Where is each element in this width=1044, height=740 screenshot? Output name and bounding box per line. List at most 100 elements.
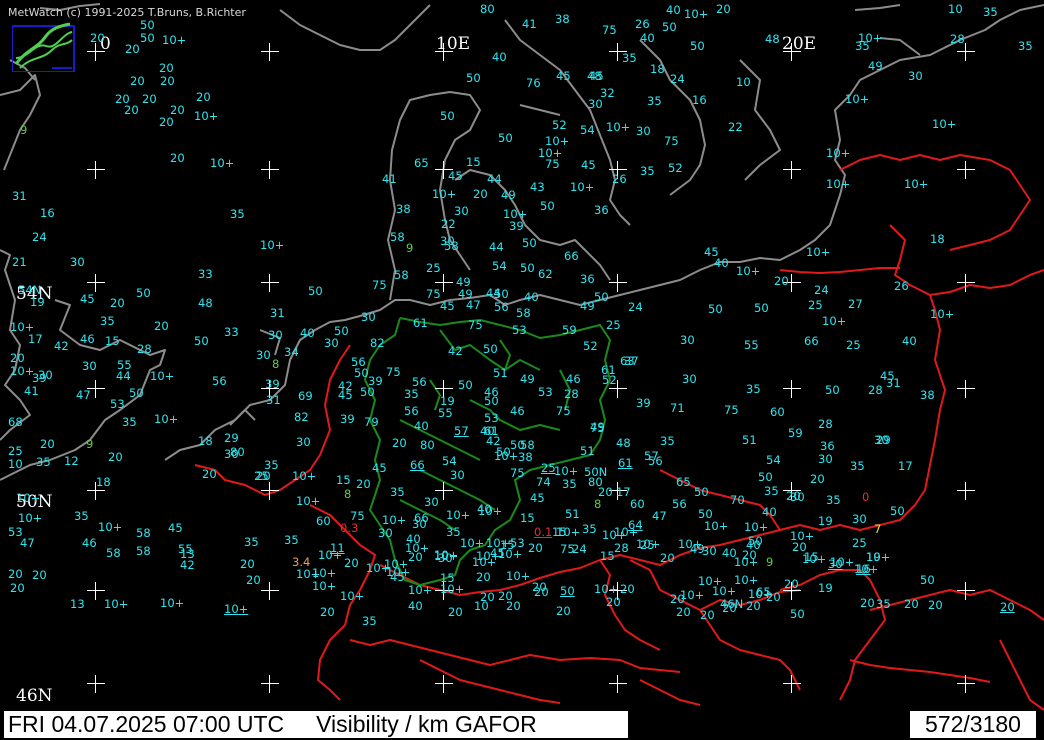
station-visibility: 20: [606, 595, 621, 609]
station-visibility: 10+: [806, 245, 831, 259]
station-visibility: 45: [338, 388, 353, 402]
station-visibility: 10+: [826, 146, 851, 160]
station-visibility: 43: [530, 180, 545, 194]
station-visibility: 10+: [478, 504, 503, 518]
station-visibility: 10+: [932, 117, 957, 131]
station-visibility: 60: [630, 497, 645, 511]
station-visibility: 20: [40, 437, 55, 451]
station-visibility: 30: [680, 333, 695, 347]
station-visibility: 10+: [606, 120, 631, 134]
graticule-cross-icon: [435, 675, 453, 693]
station-visibility: 36: [820, 439, 835, 453]
station-visibility: 10+: [408, 583, 433, 597]
station-visibility: 10+: [602, 528, 627, 542]
station-visibility: 35: [647, 94, 662, 108]
station-visibility: 20: [784, 577, 799, 591]
station-visibility: 20: [676, 605, 691, 619]
station-visibility: 17: [28, 332, 43, 346]
station-visibility: 10+: [845, 92, 870, 106]
station-visibility: 50: [754, 301, 769, 315]
station-visibility: 38: [920, 388, 935, 402]
station-visibility: 50: [354, 366, 369, 380]
station-visibility: 46: [566, 372, 581, 386]
station-visibility: 10+: [432, 187, 457, 201]
station-visibility: 57: [454, 424, 469, 438]
station-visibility: 30: [702, 544, 717, 558]
station-visibility: 30: [268, 328, 283, 342]
station-visibility: 40: [408, 599, 423, 613]
station-visibility: 54: [766, 453, 781, 467]
station-visibility: 30: [438, 551, 453, 565]
station-visibility: 25: [606, 318, 621, 332]
station-visibility: 22: [728, 120, 743, 134]
station-visibility: 35: [764, 484, 779, 498]
station-visibility: 20: [240, 557, 255, 571]
station-visibility: 66: [410, 458, 425, 472]
station-visibility: 50: [136, 286, 151, 300]
station-visibility: 10+: [210, 156, 235, 170]
station-visibility: 35: [622, 51, 637, 65]
station-visibility: 20: [766, 590, 781, 604]
station-visibility: 71: [670, 401, 685, 415]
station-visibility: 58: [394, 268, 409, 282]
station-visibility: 28: [614, 541, 629, 555]
station-visibility: 10+: [594, 582, 619, 596]
station-visibility: 18: [198, 434, 213, 448]
station-visibility: 50: [690, 39, 705, 53]
station-visibility: 30: [682, 372, 697, 386]
station-visibility: 19: [30, 295, 45, 309]
station-visibility: 10+: [498, 547, 523, 561]
station-visibility: 28: [137, 342, 152, 356]
station-visibility: 53: [110, 397, 125, 411]
station-visibility: 10+: [10, 364, 35, 378]
station-visibility: 40: [762, 505, 777, 519]
station-visibility: 7: [874, 522, 882, 536]
station-visibility: 10+: [312, 579, 337, 593]
station-visibility: 20: [356, 477, 371, 491]
station-visibility: 58: [516, 306, 531, 320]
graticule-cross-icon: [957, 675, 975, 693]
station-visibility: 30: [82, 359, 97, 373]
station-visibility: 35: [230, 207, 245, 221]
station-visibility: 50: [825, 383, 840, 397]
station-visibility: 41: [522, 17, 537, 31]
station-visibility: 75: [468, 318, 483, 332]
graticule-cross-icon: [261, 43, 279, 61]
station-visibility: 20: [10, 581, 25, 595]
station-visibility: 50: [520, 261, 535, 275]
station-visibility: 10+: [506, 569, 531, 583]
station-visibility: 11: [330, 541, 345, 555]
station-visibility: 40: [414, 419, 429, 433]
station-visibility: 25: [852, 536, 867, 550]
station-visibility: 35: [1018, 39, 1033, 53]
station-visibility: 35: [850, 459, 865, 473]
station-visibility: 30: [790, 490, 805, 504]
station-visibility: 30: [412, 517, 427, 531]
station-visibility: 20: [196, 90, 211, 104]
station-visibility: 49: [868, 59, 883, 73]
station-visibility: 20: [344, 556, 359, 570]
station-visibility: 55: [744, 338, 759, 352]
visibility-map[interactable]: MetWatch (c) 1991-2025 T.Bruns, B.Richte…: [0, 0, 1044, 740]
metwatch-logo-icon: [12, 22, 75, 72]
station-visibility: 35: [746, 382, 761, 396]
station-visibility: 45: [448, 169, 463, 183]
graticule-cross-icon: [783, 675, 801, 693]
station-visibility: 40: [746, 538, 761, 552]
station-visibility: 53: [512, 323, 527, 337]
station-visibility: 30: [324, 336, 339, 350]
station-visibility: 20: [159, 61, 174, 75]
station-visibility: 50: [890, 504, 905, 518]
datetime-text: FRI 04.07.2025 07:00 UTC: [8, 711, 285, 737]
station-visibility: 50: [129, 386, 144, 400]
station-visibility: 35: [660, 434, 675, 448]
station-visibility: 49: [520, 372, 535, 386]
station-visibility: 39: [265, 377, 280, 391]
station-visibility: 30: [454, 204, 469, 218]
station-visibility: 54: [492, 259, 507, 273]
station-visibility: 47: [466, 298, 481, 312]
graticule-cross-icon: [957, 582, 975, 600]
station-visibility: 10+: [440, 582, 465, 596]
station-visibility: 25: [846, 338, 861, 352]
station-visibility: 10+: [104, 597, 129, 611]
